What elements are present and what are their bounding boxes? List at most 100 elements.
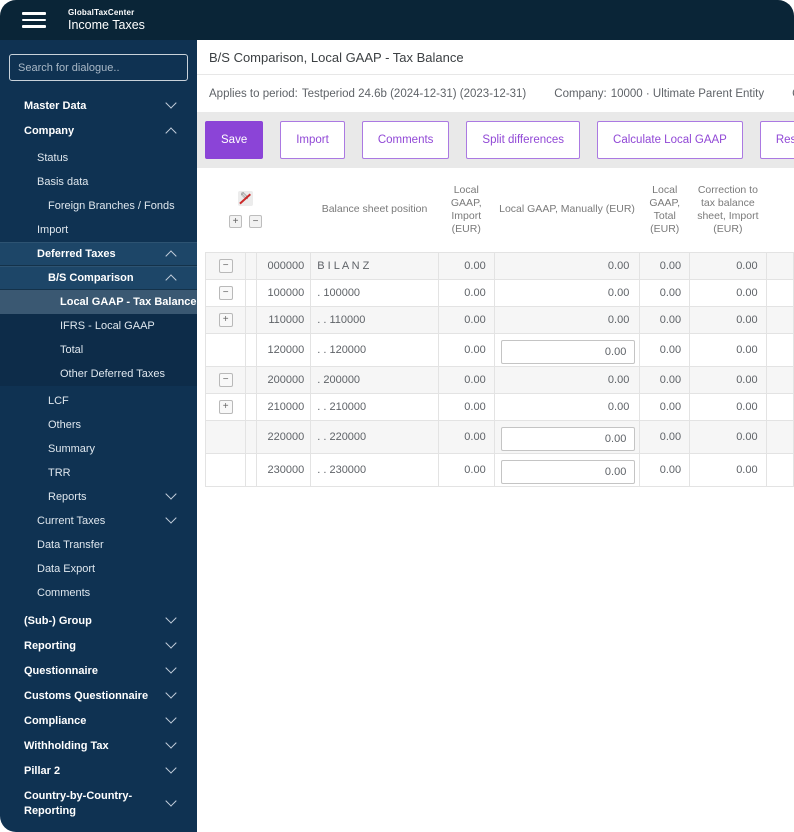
toolbar: Save Import Comments Split differences C… xyxy=(197,112,794,168)
sidebar-item-pillar-2[interactable]: Pillar 2 xyxy=(0,758,197,783)
company-value: 10000 · Ultimate Parent Entity xyxy=(610,87,765,100)
calculate-local-gaap-button[interactable]: Calculate Local GAAP xyxy=(597,121,743,159)
sidebar-item-ifrs-local-gaap[interactable]: IFRS - Local GAAP xyxy=(0,314,197,338)
expand-row-button[interactable]: + xyxy=(218,312,233,327)
product-name: Income Taxes xyxy=(68,18,145,32)
position-code: 110000 xyxy=(256,305,312,334)
sidebar-item-questionnaire[interactable]: Questionnaire xyxy=(0,658,197,683)
column-header-correction: Correction to tax balance sheet, Import … xyxy=(689,168,767,252)
context-bar: Applies to period: Testperiod 24.6b (2024… xyxy=(197,75,794,112)
collapse-row-button[interactable]: − xyxy=(218,372,233,387)
manually-value: 0.00 xyxy=(493,392,641,421)
position-code: 220000 xyxy=(256,419,312,454)
position-code: 000000 xyxy=(256,251,312,280)
sidebar-item-withholding-tax[interactable]: Withholding Tax xyxy=(0,733,197,758)
collapse-all-button[interactable]: − xyxy=(249,215,262,229)
edit-disabled-icon: ✎ xyxy=(238,191,253,207)
app-logo: GlobalTaxCenter Income Taxes xyxy=(68,8,145,32)
sidebar-item-data-export[interactable]: Data Export xyxy=(0,557,197,581)
sidebar-item-master-data[interactable]: Master Data xyxy=(0,93,197,118)
sidebar-item-summary[interactable]: Summary xyxy=(0,437,197,461)
position-name: . 100000 xyxy=(310,278,439,307)
split-differences-button[interactable]: Split differences xyxy=(466,121,581,159)
import-value: 0.00 xyxy=(437,278,495,307)
sidebar-item-basis-data[interactable]: Basis data xyxy=(0,170,197,194)
sidebar-item-local-gaap-tax-balance[interactable]: Local GAAP - Tax Balance xyxy=(0,290,197,314)
sidebar-item-other-deferred-taxes[interactable]: Other Deferred Taxes xyxy=(0,362,197,386)
sidebar-item-current-taxes[interactable]: Current Taxes xyxy=(0,509,197,533)
hamburger-menu-icon[interactable] xyxy=(22,12,46,29)
table-row: − 100000 . 100000 0.00 0.00 0.00 0.00 xyxy=(204,278,794,307)
manually-input[interactable] xyxy=(501,459,636,484)
reset-values-button[interactable]: Reset values ... xyxy=(759,121,794,159)
manually-value: 0.00 xyxy=(493,251,641,280)
chevron-up-icon xyxy=(165,274,177,286)
column-header-total: Local GAAP, Total (EUR) xyxy=(639,168,690,252)
chevron-down-icon xyxy=(165,96,177,109)
total-value: 0.00 xyxy=(639,332,691,367)
expand-row-button[interactable]: + xyxy=(218,399,233,414)
sidebar-item-trr[interactable]: TRR xyxy=(0,461,197,485)
import-value: 0.00 xyxy=(437,251,495,280)
table-row: − 000000 B I L A N Z 0.00 0.00 0.00 0.00 xyxy=(204,251,794,280)
comments-button[interactable]: Comments xyxy=(361,121,450,159)
position-name: . . 110000 xyxy=(310,305,439,334)
position-name: . . 120000 xyxy=(310,332,439,367)
sidebar-item-customs-questionnaire[interactable]: Customs Questionnaire xyxy=(0,683,197,708)
total-value: 0.00 xyxy=(639,278,691,307)
sidebar-item-sub-group[interactable]: (Sub-) Group xyxy=(0,608,197,633)
import-value: 0.00 xyxy=(437,305,495,334)
collapse-row-button[interactable]: − xyxy=(218,258,233,273)
position-code: 100000 xyxy=(256,278,312,307)
import-value: 0.00 xyxy=(437,392,495,421)
sidebar-item-country-by-country-reporting[interactable]: Country-by-Country-Reporting xyxy=(0,783,197,825)
chevron-down-icon xyxy=(165,686,177,699)
sidebar-item-deferred-taxes[interactable]: Deferred Taxes xyxy=(0,242,197,266)
total-value: 0.00 xyxy=(639,452,691,487)
position-code: 120000 xyxy=(256,332,312,367)
balance-sheet-table: ✎ + − Balance sheet position Local GAAP,… xyxy=(204,168,794,487)
chevron-down-icon xyxy=(165,661,177,674)
save-button[interactable]: Save xyxy=(205,121,264,159)
total-value: 0.00 xyxy=(639,365,691,394)
sidebar-item-bs-comparison[interactable]: B/S Comparison xyxy=(0,266,197,290)
sidebar-nav: Master Data Company Status Basis data Fo… xyxy=(0,93,197,825)
column-header-import: Local GAAP, Import (EUR) xyxy=(438,168,495,252)
table-row: 220000 . . 220000 0.00 0.00 0.00 xyxy=(204,419,794,454)
total-value: 0.00 xyxy=(639,251,691,280)
manually-input[interactable] xyxy=(501,339,636,364)
sidebar-item-total[interactable]: Total xyxy=(0,338,197,362)
sidebar-item-foreign-branches-fonds[interactable]: Foreign Branches / Fonds xyxy=(0,194,197,218)
sidebar-item-lcf[interactable]: LCF xyxy=(0,389,197,413)
chevron-down-icon xyxy=(165,488,177,500)
correction-value: 0.00 xyxy=(689,392,767,421)
position-name: . . 210000 xyxy=(310,392,439,421)
correction-value: 0.00 xyxy=(689,365,767,394)
chevron-down-icon xyxy=(165,512,177,524)
manually-input[interactable] xyxy=(501,426,636,451)
import-button[interactable]: Import xyxy=(280,121,345,159)
sidebar-item-reports[interactable]: Reports xyxy=(0,485,197,509)
expand-all-button[interactable]: + xyxy=(229,215,242,229)
sidebar-item-comments[interactable]: Comments xyxy=(0,581,197,605)
collapse-row-button[interactable]: − xyxy=(218,285,233,300)
sidebar-item-data-transfer[interactable]: Data Transfer xyxy=(0,533,197,557)
manually-value: 0.00 xyxy=(493,365,641,394)
table-row: 230000 . . 230000 0.00 0.00 0.00 xyxy=(204,452,794,487)
sidebar-item-company[interactable]: Company xyxy=(0,118,197,143)
app-window: GlobalTaxCenter Income Taxes Master Data… xyxy=(0,0,794,832)
sidebar-item-others[interactable]: Others xyxy=(0,413,197,437)
search-input[interactable] xyxy=(9,54,188,81)
table-row: + 110000 . . 110000 0.00 0.00 0.00 0.00 xyxy=(204,305,794,334)
manually-value: 0.00 xyxy=(493,305,641,334)
sidebar-item-status[interactable]: Status xyxy=(0,146,197,170)
period-label: Applies to period: xyxy=(209,87,298,100)
sidebar: Master Data Company Status Basis data Fo… xyxy=(0,40,197,832)
top-bar: GlobalTaxCenter Income Taxes xyxy=(0,0,794,40)
brand-name: GlobalTaxCenter xyxy=(68,8,135,17)
sidebar-item-reporting[interactable]: Reporting xyxy=(0,633,197,658)
sidebar-item-import[interactable]: Import xyxy=(0,218,197,242)
period-value: Testperiod 24.6b (2024-12-31) (2023-12-3… xyxy=(301,87,527,100)
chevron-up-icon xyxy=(165,250,177,262)
sidebar-item-compliance[interactable]: Compliance xyxy=(0,708,197,733)
